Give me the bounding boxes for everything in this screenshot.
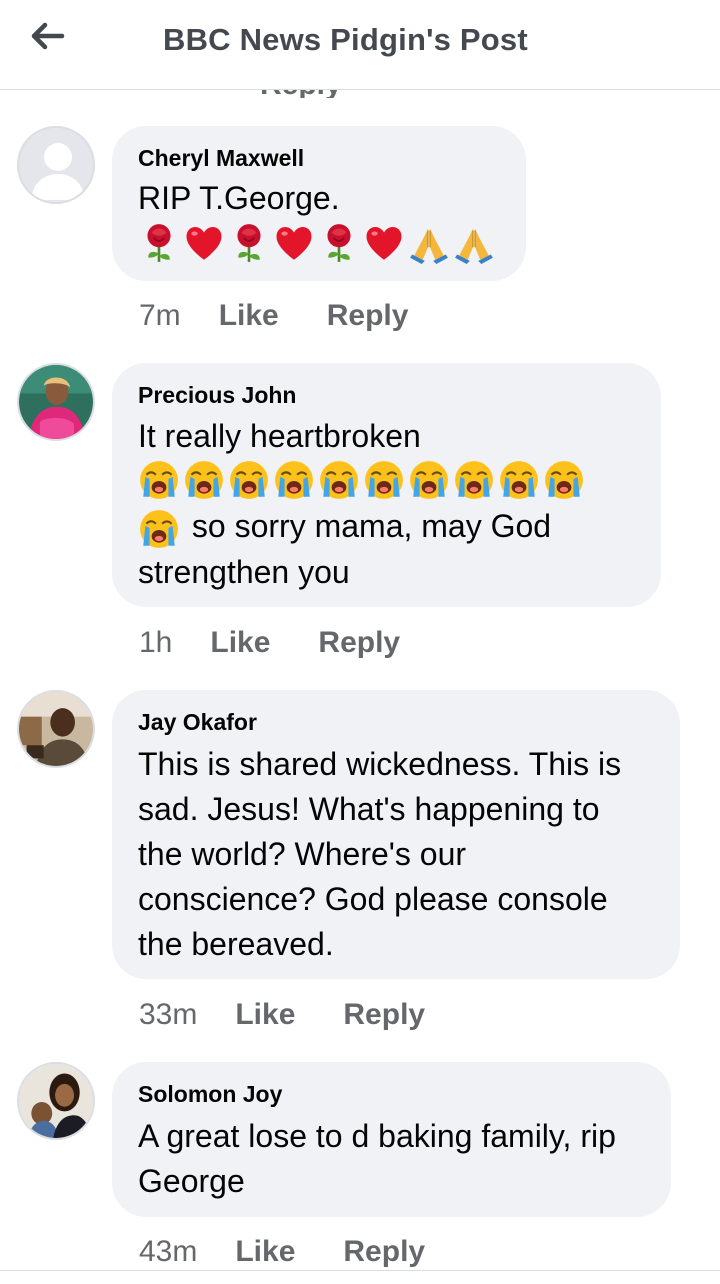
loudly-crying-face-icon xyxy=(138,459,180,501)
previous-comment-actions-clipped: Reply xyxy=(220,90,420,98)
heart-emoji-icon xyxy=(183,222,225,264)
back-button[interactable] xyxy=(24,16,72,56)
emoji-row xyxy=(138,457,635,503)
loudly-crying-face-icon xyxy=(363,459,405,501)
reply-button[interactable]: Reply xyxy=(318,626,400,660)
reply-button[interactable]: Reply xyxy=(343,998,425,1032)
folded-hands-emoji-icon xyxy=(408,222,450,264)
comment-timestamp: 43m xyxy=(139,1235,198,1268)
default-profile-icon xyxy=(19,128,93,202)
loudly-crying-face-icon xyxy=(408,459,450,501)
like-button[interactable]: Like xyxy=(219,299,279,333)
top-bar: BBC News Pidgin's Post xyxy=(0,0,720,90)
heart-emoji-icon xyxy=(363,222,405,264)
loudly-crying-face-icon xyxy=(453,459,495,501)
loudly-crying-face-icon xyxy=(228,459,270,501)
like-button[interactable]: Like xyxy=(210,626,270,660)
comment-bubble[interactable]: Cheryl Maxwell RIP T.George. xyxy=(112,126,526,281)
comment-text-line: George xyxy=(138,1163,245,1199)
reply-button[interactable]: Reply xyxy=(343,1235,425,1269)
comment-actions: 7m Like Reply xyxy=(139,296,408,336)
comment-bubble[interactable]: Solomon Joy A great lose to d baking fam… xyxy=(112,1062,671,1217)
reply-button[interactable]: Reply xyxy=(327,299,409,333)
avatar-default[interactable] xyxy=(17,126,95,204)
comment-text-line: so sorry mama, may God xyxy=(191,508,552,544)
page-title: BBC News Pidgin's Post xyxy=(163,22,528,57)
comment-timestamp: 1h xyxy=(139,626,173,659)
loudly-crying-face-icon xyxy=(543,459,585,501)
comment-actions: 43m Like Reply xyxy=(139,1232,425,1272)
comment-text: RIP T.George. xyxy=(138,180,340,216)
comment-text-line: This is shared wickedness. This is xyxy=(138,746,622,782)
avatar[interactable] xyxy=(17,363,95,441)
back-arrow-icon xyxy=(28,16,68,56)
loudly-crying-face-icon xyxy=(183,459,225,501)
comment-bubble[interactable]: Jay Okafor This is shared wickedness. Th… xyxy=(112,690,680,979)
like-button[interactable]: Like xyxy=(235,998,295,1032)
profile-photo xyxy=(19,692,93,766)
comment-text-line: the bereaved. xyxy=(138,926,334,962)
profile-photo xyxy=(19,365,93,439)
comment-actions: 1h Like Reply xyxy=(139,623,400,663)
rose-emoji-icon xyxy=(138,222,180,264)
folded-hands-emoji-icon xyxy=(453,222,495,264)
loudly-crying-face-icon xyxy=(318,459,360,501)
comment-author[interactable]: Cheryl Maxwell xyxy=(138,144,500,172)
heart-emoji-icon xyxy=(273,222,315,264)
comment-composer-edge xyxy=(0,1270,720,1284)
comment-text-line: conscience? God please console xyxy=(138,881,608,917)
rose-emoji-icon xyxy=(228,222,270,264)
comment-text: It really heartbroken xyxy=(138,418,421,454)
comment-author[interactable]: Precious John xyxy=(138,381,635,409)
like-button[interactable]: Like xyxy=(235,1235,295,1269)
comment-text-line: strengthen you xyxy=(138,553,350,590)
loudly-crying-face-icon xyxy=(498,459,540,501)
comment-timestamp: 7m xyxy=(139,299,181,332)
comment-author[interactable]: Jay Okafor xyxy=(138,708,654,736)
comment-bubble[interactable]: Precious John It really heartbroken so s… xyxy=(112,363,661,607)
loudly-crying-face-icon xyxy=(273,459,315,501)
reply-link-clipped[interactable]: Reply xyxy=(260,90,342,98)
comment-text-continued: so sorry mama, may God xyxy=(138,503,635,550)
emoji-row xyxy=(138,220,500,265)
loudly-crying-face-icon xyxy=(138,508,180,550)
comment-actions: 33m Like Reply xyxy=(139,995,425,1035)
comment-timestamp: 33m xyxy=(139,998,198,1031)
comment-text-line: the world? Where's our xyxy=(138,836,467,872)
avatar[interactable] xyxy=(17,690,95,768)
profile-photo xyxy=(19,1064,93,1138)
comment-text-line: sad. Jesus! What's happening to xyxy=(138,791,600,827)
comment-author[interactable]: Solomon Joy xyxy=(138,1080,645,1108)
comment-text-line: A great lose to d baking family, rip xyxy=(138,1118,616,1154)
avatar[interactable] xyxy=(17,1062,95,1140)
rose-emoji-icon xyxy=(318,222,360,264)
